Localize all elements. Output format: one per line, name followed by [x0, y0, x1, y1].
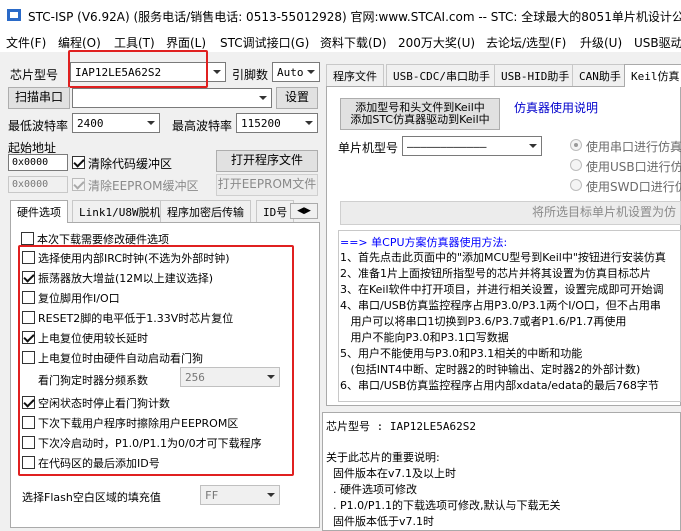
add-to-keil-button[interactable]: 添加型号和头文件到Keil中 添加STC仿真器驱动到Keil中: [340, 98, 500, 130]
menu-file[interactable]: 文件(F): [6, 34, 46, 51]
clear-eeprom-buffer-label: 清除EEPROM缓冲区: [88, 179, 199, 193]
left-tab-strip: 硬件选项 Link1/U8W脱机 程序加密后传输 ID号: [10, 200, 320, 223]
radio-usb-label: 使用USB口进行仿真: [586, 160, 681, 174]
menu-debug-interface[interactable]: STC调试接口(G): [220, 34, 309, 51]
flash-fill-label: 选择Flash空白区域的填充值: [22, 491, 161, 504]
chevron-down-icon: [303, 63, 319, 81]
tab-link1-offline[interactable]: Link1/U8W脱机: [72, 200, 168, 222]
tab-encrypted-transfer[interactable]: 程序加密后传输: [160, 200, 251, 222]
info-line: 关于此芯片的重要说明:: [326, 451, 440, 464]
menu-upgrade[interactable]: 升级(U): [580, 34, 622, 51]
max-baud-select[interactable]: 115200: [236, 113, 318, 133]
help-title: ==> 单CPU方案仿真器使用方法:: [340, 236, 508, 249]
min-baud-select[interactable]: 2400: [72, 113, 160, 133]
menu-tools[interactable]: 工具(T): [114, 34, 155, 51]
info-line: . P1.0/P1.1的下载选项可修改,默认与下载无关: [326, 499, 561, 512]
eeprom-start-address-input[interactable]: 0x0000: [8, 176, 68, 193]
mcu-model-select[interactable]: ————————————: [402, 136, 542, 156]
help-line: 5、用户不能使用与P3.0和P3.1相关的中断和功能: [340, 347, 583, 360]
menu-interface[interactable]: 界面(L): [166, 34, 206, 51]
chevron-down-icon: [263, 486, 279, 504]
scan-port-button[interactable]: 扫描串口: [8, 87, 70, 109]
code-start-address-input[interactable]: 0x0000: [8, 154, 68, 171]
help-line: (包括INT4中断、定时器2的时钟输出、定时器2的外部计数): [340, 363, 641, 376]
settings-button[interactable]: 设置: [276, 87, 318, 109]
max-baud-label: 最高波特率: [172, 119, 233, 133]
help-line: 用户不能向P3.0和P3.1口写数据: [340, 331, 509, 344]
help-line: 3、在Keil软件中打开项目，并进行相关设置，设置完成即可开始调: [340, 283, 664, 296]
tab-id-number[interactable]: ID号: [256, 200, 295, 222]
tab-can[interactable]: CAN助手: [572, 64, 628, 86]
menu-forum[interactable]: 去论坛/选型(F): [486, 34, 566, 51]
info-line: . 硬件选项可修改: [326, 483, 417, 496]
chip-model-label: 芯片型号: [10, 68, 59, 82]
menu-prize[interactable]: 200万大奖(U): [398, 34, 475, 51]
info-line: 固件版本在v7.1及以上时: [326, 467, 456, 480]
radio-serial-emulation[interactable]: [570, 139, 582, 151]
info-line: 芯片型号 : IAP12LE5A62S2: [326, 420, 476, 433]
tab-usb-hid[interactable]: USB-HID助手: [494, 64, 577, 86]
set-emulator-chip-button[interactable]: 将所选目标单片机设置为仿: [340, 201, 681, 225]
info-line: 固件版本低于v7.1时: [326, 515, 434, 528]
app-logo-icon: [7, 9, 21, 21]
chevron-down-icon: [255, 89, 271, 107]
clear-code-buffer-checkbox[interactable]: [72, 156, 85, 169]
menu-bar: 文件(F) 编程(O) 工具(T) 界面(L) STC调试接口(G) 资料下载(…: [0, 30, 681, 52]
flash-fill-select[interactable]: FF: [200, 485, 280, 505]
modify-hardware-checkbox[interactable]: [21, 232, 34, 245]
help-line: 2、准备1片上面按钮所指型号的芯片并将其设置为仿真目标芯片: [340, 267, 651, 280]
port-select[interactable]: [72, 88, 272, 108]
title-bar: STC-ISP (V6.92A) (服务电话/销售电话: 0513-550129…: [0, 0, 681, 30]
help-line: 4、串口/USB仿真监控程序占用P3.0/P3.1两个I/O口，但不占用串: [340, 299, 661, 312]
radio-swd-emulation[interactable]: [570, 179, 582, 191]
chevron-down-icon: [301, 114, 317, 132]
clear-code-buffer-label: 清除代码缓冲区: [88, 157, 173, 171]
highlight-box-chip: [68, 50, 208, 88]
tab-scroll-arrows-icon[interactable]: ◀▶: [290, 203, 318, 219]
window-title: STC-ISP (V6.92A) (服务电话/销售电话: 0513-550129…: [28, 10, 681, 24]
tab-keil-emulation[interactable]: Keil仿真: [624, 64, 681, 87]
highlight-box-options: [18, 245, 294, 476]
open-program-file-button[interactable]: 打开程序文件: [216, 150, 318, 172]
menu-usb-driver[interactable]: USB驱动: [634, 34, 681, 51]
tab-hardware-options[interactable]: 硬件选项: [10, 200, 68, 223]
tab-usb-cdc[interactable]: USB-CDC/串口助手: [386, 64, 497, 86]
radio-swd-label: 使用SWD口进行仿真: [586, 180, 681, 194]
help-line: 用户可以将串口1切换到P3.6/P3.7或者P1.6/P1.7再使用: [340, 315, 627, 328]
clear-eeprom-buffer-checkbox[interactable]: [72, 178, 85, 191]
radio-serial-label: 使用串口进行仿真: [586, 140, 681, 154]
pin-count-label: 引脚数: [232, 68, 269, 82]
chevron-down-icon: [143, 114, 159, 132]
menu-downloads[interactable]: 资料下载(D): [320, 34, 387, 51]
help-line: 1、首先点击此页面中的"添加MCU型号到Keil中"按钮进行安装仿真: [340, 251, 666, 264]
pin-count-select[interactable]: Auto: [272, 62, 320, 82]
tab-program-file[interactable]: 程序文件: [326, 64, 384, 86]
min-baud-label: 最低波特率: [8, 119, 69, 133]
chevron-down-icon: [525, 137, 541, 155]
chevron-down-icon: [209, 63, 225, 81]
mcu-model-label: 单片机型号: [338, 141, 399, 155]
help-line: 6、串口/USB仿真监控程序占用内部xdata/edata的最后768字节: [340, 379, 659, 392]
menu-program[interactable]: 编程(O): [58, 34, 101, 51]
radio-usb-emulation[interactable]: [570, 159, 582, 171]
open-eeprom-file-button[interactable]: 打开EEPROM文件: [216, 174, 318, 196]
right-tab-strip: 程序文件 USB-CDC/串口助手 USB-HID助手 CAN助手 Keil仿真: [326, 64, 681, 87]
emulator-guide-link[interactable]: 仿真器使用说明: [514, 99, 598, 116]
